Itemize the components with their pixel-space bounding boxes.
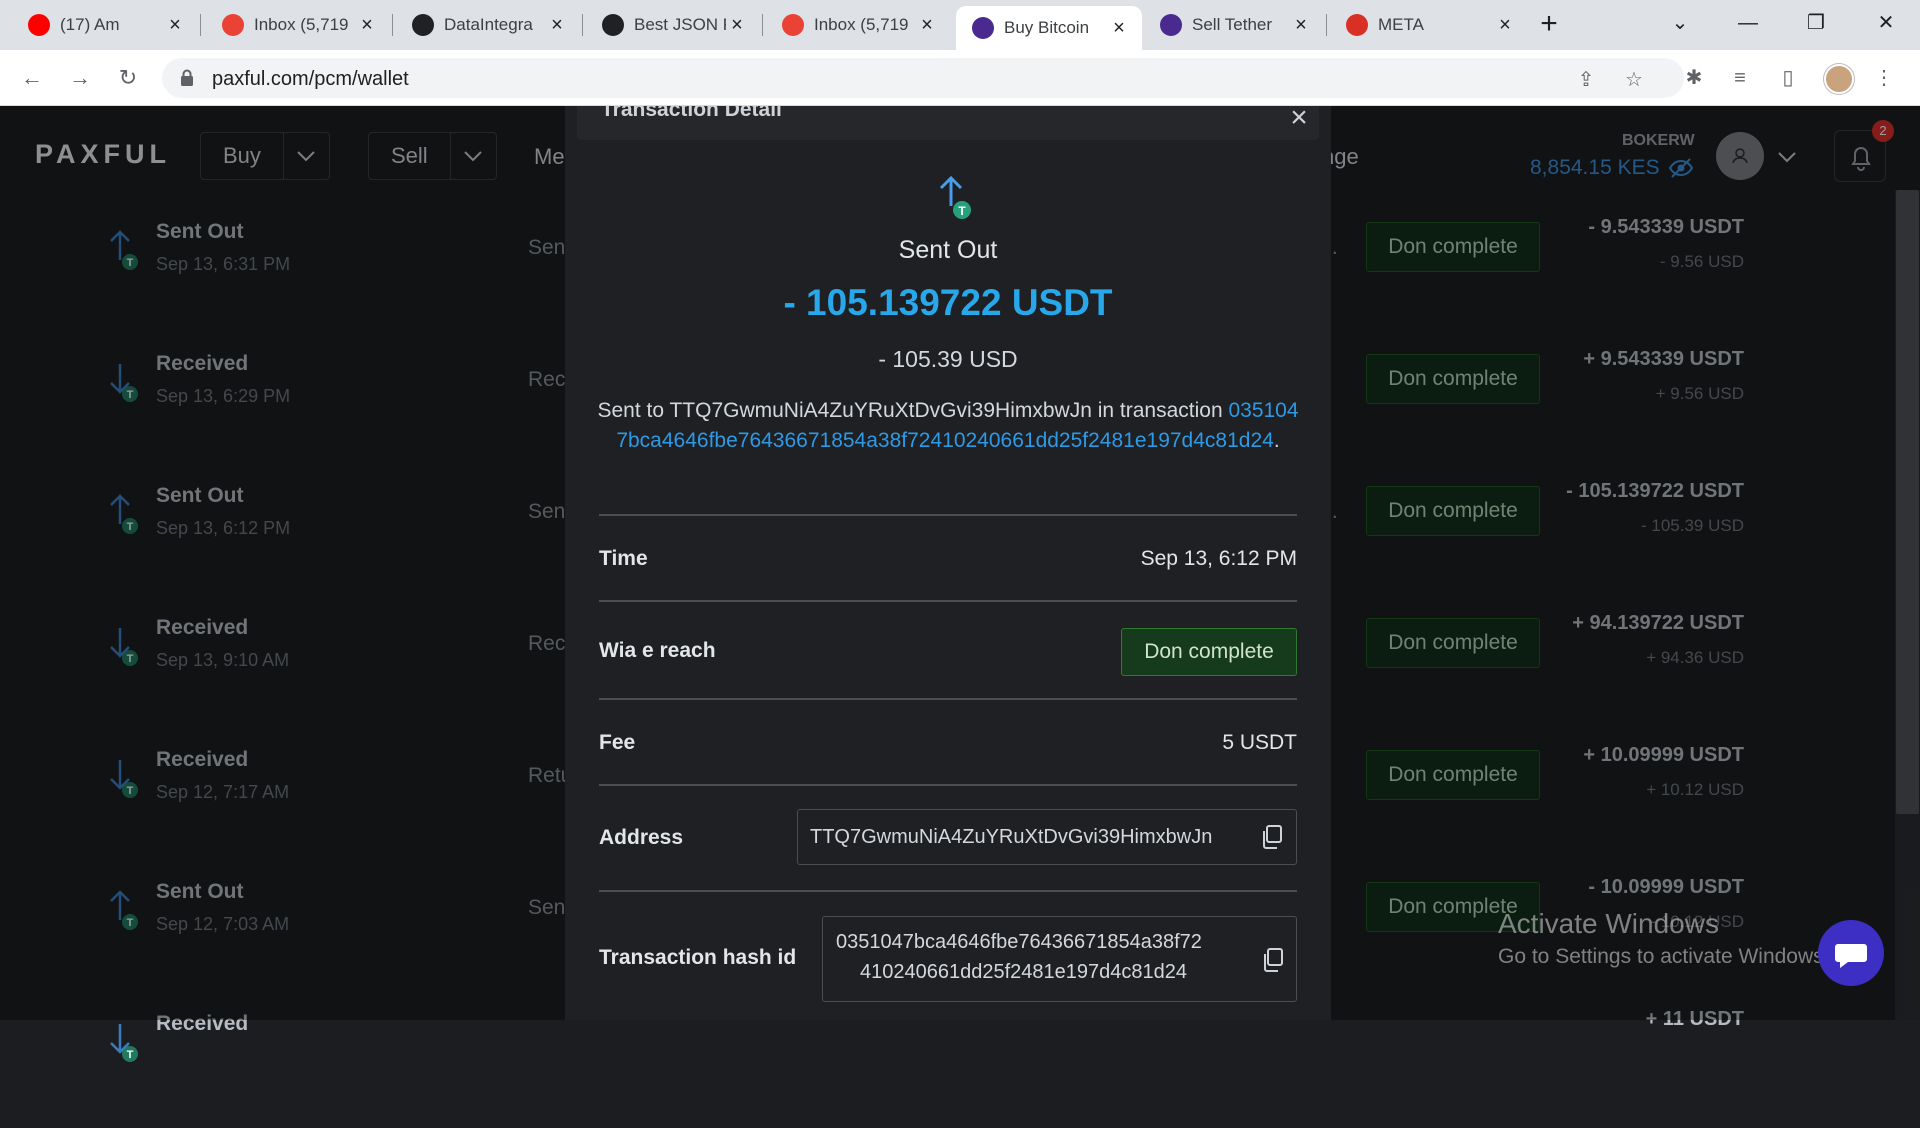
url-text: paxful.com/pcm/wallet [212, 68, 409, 90]
copy-icon[interactable] [1260, 824, 1284, 850]
description-text: Sent to TTQ7GwmuNiA4ZuYRuXtDvGvi39Himxbw… [597, 399, 1223, 422]
tab-title: Buy Bitcoin [1004, 18, 1090, 37]
time-value: Sep 13, 6:12 PM [1140, 547, 1297, 570]
paxful-icon [1160, 14, 1182, 36]
browser-tab[interactable]: Inbox (5,719 × [766, 6, 950, 44]
tab-separator [200, 14, 201, 36]
fee-label: Fee [599, 731, 636, 754]
paxful-icon [972, 17, 994, 39]
browser-profile-avatar[interactable] [1824, 64, 1854, 94]
modal-title: Transaction Detail [601, 106, 782, 121]
transaction-type: Sent Out [898, 236, 998, 264]
browser-tab[interactable]: META × [1330, 6, 1528, 44]
reload-icon[interactable]: ↻ [114, 64, 142, 92]
forward-icon[interactable]: → [66, 64, 94, 92]
new-tab-button[interactable]: + [1534, 9, 1564, 40]
divider [599, 514, 1297, 516]
address-bar[interactable]: paxful.com/pcm/wallet ⇪ ☆ [162, 58, 1684, 98]
svg-text:T: T [127, 1049, 134, 1061]
hash-value-line2: 410240661dd25f2481e197d4c81d24 [860, 961, 1188, 983]
tab-title: Inbox (5,719 [814, 15, 909, 34]
close-tab-icon[interactable]: × [726, 14, 748, 36]
transaction-fiat-amount: - 105.39 USD [878, 346, 1018, 372]
tab-separator [392, 14, 393, 36]
close-window-button[interactable]: ✕ [1866, 8, 1906, 38]
modal-header: Transaction Detail × [577, 106, 1319, 140]
browser-menu-icon[interactable]: ⋮ [1870, 64, 1898, 92]
browser-tab-strip: (17) Am × Inbox (5,719 × DataIntegra × Best JS… [0, 0, 1920, 50]
close-tab-icon[interactable]: × [164, 14, 186, 36]
browser-tab[interactable]: Best JSON F × [586, 6, 760, 44]
tab-separator [1326, 14, 1327, 36]
close-tab-icon[interactable]: × [1108, 17, 1130, 39]
minimize-button[interactable]: — [1728, 8, 1768, 38]
tab-title: Inbox (5,719 [254, 15, 349, 34]
tab-search-icon[interactable]: ⌄ [1660, 8, 1700, 38]
meta-trade-icon [1346, 14, 1368, 36]
back-icon[interactable]: ← [18, 64, 46, 92]
side-panel-icon[interactable]: ▯ [1774, 64, 1802, 92]
tab-separator [582, 14, 583, 36]
gmail-icon [782, 14, 804, 36]
close-tab-icon[interactable]: × [916, 14, 938, 36]
close-tab-icon[interactable]: × [1290, 14, 1312, 36]
hash-field[interactable]: 0351047bca4646fbe76436671854a38f72 41024… [822, 916, 1297, 1002]
divider [599, 600, 1297, 602]
fee-value: 5 USDT [1222, 731, 1297, 754]
divider [599, 784, 1297, 786]
browser-tab[interactable]: DataIntegra × [396, 6, 580, 44]
transaction-amount: - 105.139722 USDT [783, 282, 1113, 323]
lock-icon [181, 69, 193, 86]
chat-icon [1835, 944, 1867, 968]
browser-tab[interactable]: Buy Bitcoin × [956, 6, 1142, 50]
sent-out-arrow-icon: T [939, 175, 971, 219]
address-value: TTQ7GwmuNiA4ZuYRuXtDvGvi39HimxbwJn [810, 826, 1213, 848]
hash-label: Transaction hash id [599, 946, 797, 969]
tab-separator [762, 14, 763, 36]
status-label: Wia e reach [599, 639, 716, 662]
browser-tab[interactable]: Sell Tether × [1144, 6, 1324, 44]
tab-title: Best JSON F [634, 15, 726, 34]
status-badge: Don complete [1121, 628, 1297, 676]
transaction-detail-modal: Transaction Detail × T Sent Out - 105.13… [565, 106, 1331, 1020]
divider [599, 698, 1297, 700]
jsonformatter-icon [602, 14, 624, 36]
close-icon[interactable]: × [1285, 106, 1313, 133]
youtube-icon [28, 14, 50, 36]
browser-tab[interactable]: (17) Am × [12, 6, 198, 44]
tab-title: DataIntegra [444, 15, 533, 34]
copy-icon[interactable] [1261, 947, 1285, 973]
activate-windows-subtitle: Go to Settings to activate Windows. [1498, 945, 1830, 968]
description-suffix: . [1273, 429, 1280, 452]
divider [599, 890, 1297, 892]
close-tab-icon[interactable]: × [356, 14, 378, 36]
browser-toolbar: ← → ↻ paxful.com/pcm/wallet ⇪ ☆ ✱ ≡ ▯ ⋮ [0, 50, 1920, 106]
activate-windows-title: Activate Windows [1498, 908, 1719, 939]
close-tab-icon[interactable]: × [1494, 14, 1516, 36]
tab-title: Sell Tether [1192, 15, 1273, 34]
address-field[interactable]: TTQ7GwmuNiA4ZuYRuXtDvGvi39HimxbwJn [797, 809, 1297, 865]
browser-tab[interactable]: Inbox (5,719 × [206, 6, 390, 44]
share-icon[interactable]: ⇪ [1574, 68, 1598, 92]
support-chat-button[interactable] [1818, 920, 1884, 986]
media-control-icon[interactable]: ≡ [1726, 64, 1754, 92]
extensions-icon[interactable]: ✱ [1680, 64, 1708, 92]
restore-button[interactable]: ❐ [1796, 8, 1836, 38]
hash-value-line1: 0351047bca4646fbe76436671854a38f72 [836, 931, 1202, 953]
transaction-description: Sent to TTQ7GwmuNiA4ZuYRuXtDvGvi39Himxbw… [595, 396, 1301, 456]
time-label: Time [599, 547, 648, 570]
bookmark-star-icon[interactable]: ☆ [1622, 68, 1646, 92]
tab-title: META [1378, 15, 1424, 34]
tab-title: (17) Am [60, 15, 120, 34]
address-label: Address [599, 826, 684, 849]
svg-text:T: T [958, 204, 966, 218]
github-icon [412, 14, 434, 36]
close-tab-icon[interactable]: × [546, 14, 568, 36]
arrow-down-icon: T [110, 1024, 138, 1062]
gmail-icon [222, 14, 244, 36]
